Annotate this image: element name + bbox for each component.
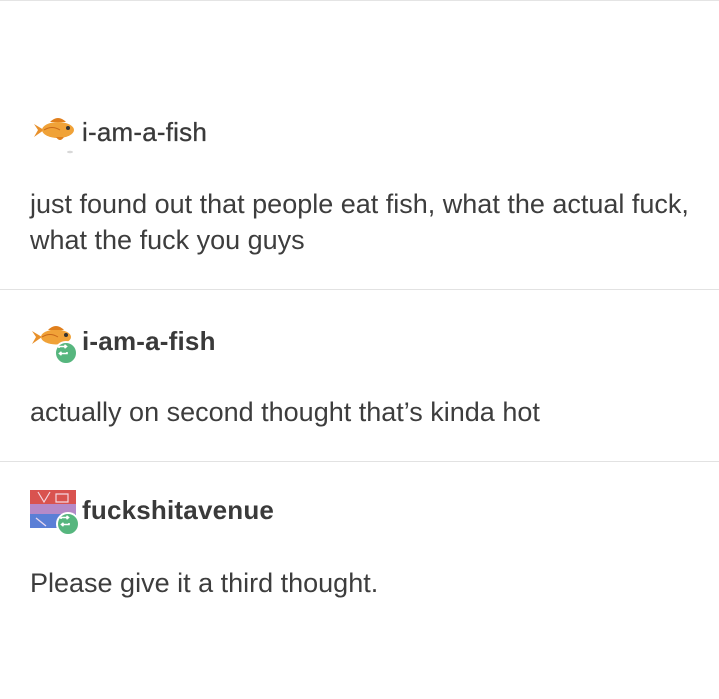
- avatar[interactable]: [30, 488, 82, 536]
- post-text: actually on second thought that’s kinda …: [30, 397, 540, 427]
- post-text: just found out that people eat fish, wha…: [30, 189, 689, 255]
- post-original: i-am-a-fish just found out that people e…: [0, 0, 719, 290]
- post-reblog-1: i-am-a-fish actually on second thought t…: [0, 290, 719, 462]
- avatar[interactable]: [30, 319, 82, 365]
- post-reblog-2: fuckshitavenue Please give it a third th…: [0, 462, 719, 699]
- username[interactable]: i-am-a-fish: [82, 326, 216, 356]
- username[interactable]: fuckshitavenue: [82, 495, 274, 525]
- goldfish-icon: [34, 118, 74, 154]
- reblog-icon: [56, 512, 80, 536]
- post-header: i-am-a-fish: [30, 319, 216, 365]
- reblog-icon: [54, 341, 78, 365]
- post-header: fuckshitavenue: [30, 488, 274, 536]
- post-text: Please give it a third thought.: [30, 568, 379, 598]
- post-header: i-am-a-fish: [30, 110, 207, 154]
- username[interactable]: i-am-a-fish: [82, 117, 207, 147]
- avatar[interactable]: [30, 110, 82, 154]
